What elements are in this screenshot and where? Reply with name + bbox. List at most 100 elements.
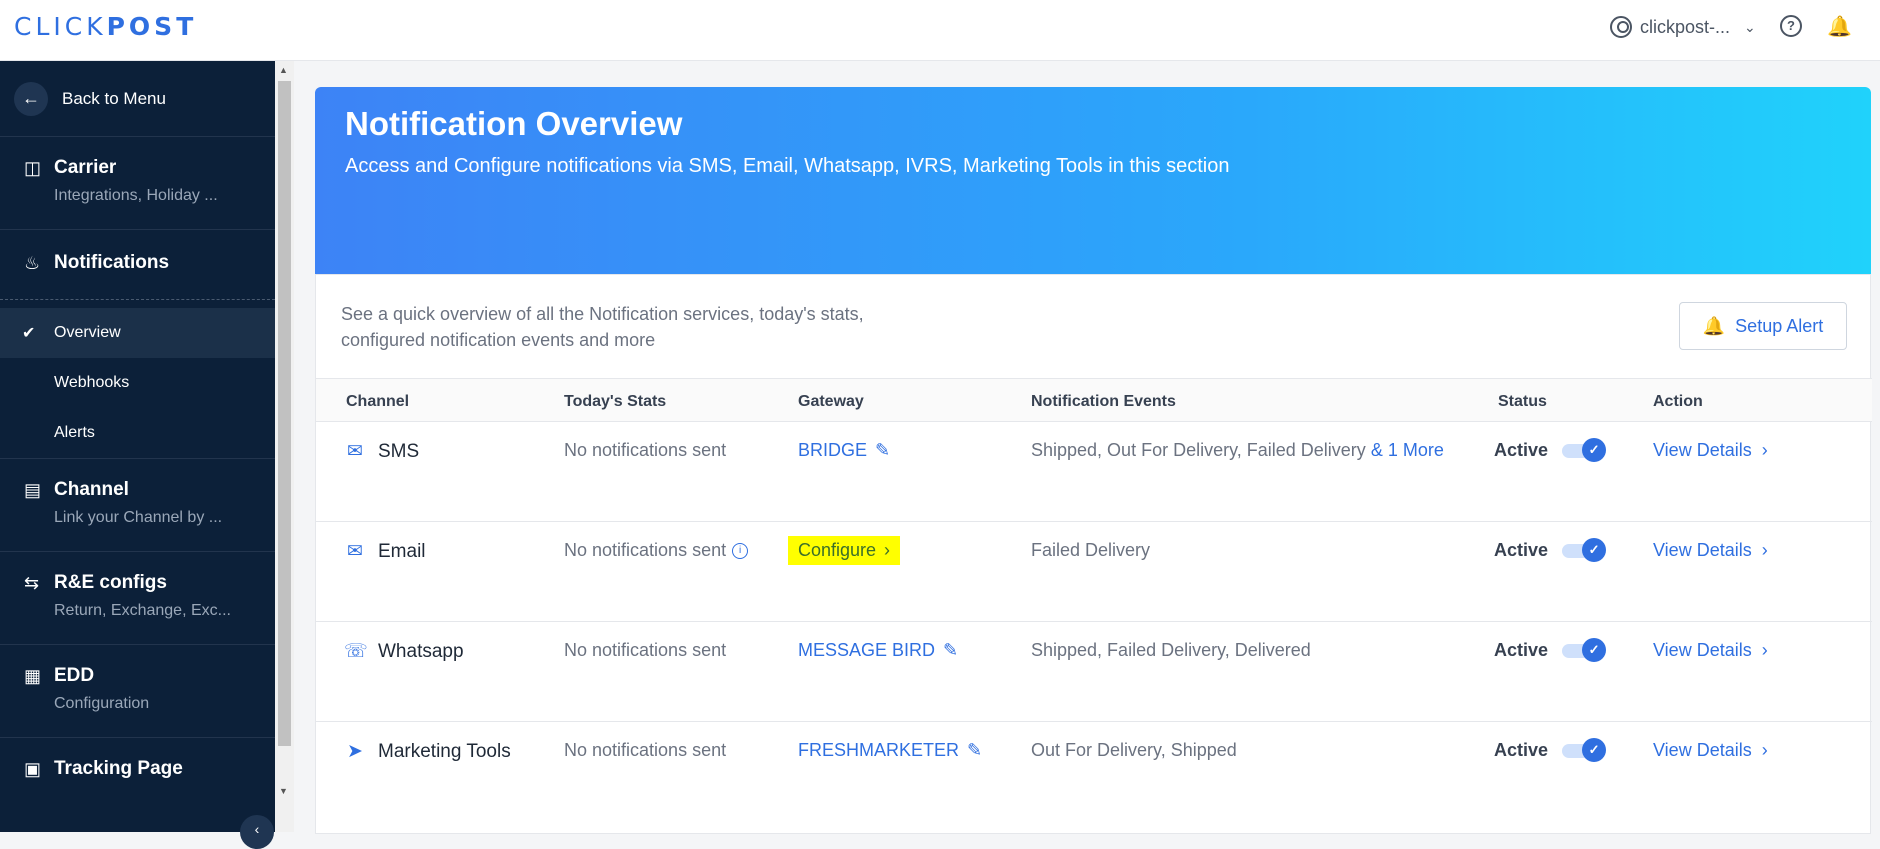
view-details-link[interactable]: View Details › bbox=[1653, 440, 1768, 461]
tracking-icon: ▣ bbox=[24, 758, 42, 779]
channel-name: Marketing Tools bbox=[378, 740, 511, 762]
sms-icon: ✉ bbox=[347, 441, 363, 462]
table-row: ☏ Whatsapp No notifications sent MESSAGE … bbox=[316, 622, 1872, 722]
status-toggle[interactable]: ✓ bbox=[1562, 737, 1607, 762]
sidebar-item-carrier[interactable]: ◫ Carrier Integrations, Holiday ... bbox=[0, 137, 275, 230]
channel-cell: ✉ SMS bbox=[344, 440, 419, 463]
edit-icon[interactable]: ✎ bbox=[943, 640, 958, 661]
sidebar-item-label: R&E configs bbox=[54, 572, 167, 593]
status-cell: Active ✓ bbox=[1494, 437, 1607, 462]
sidebar-item-notifications[interactable]: ♨ Notifications bbox=[0, 230, 275, 300]
help-icon[interactable]: ? bbox=[1780, 15, 1802, 37]
status-label: Active bbox=[1494, 740, 1549, 760]
gateway-link[interactable]: MESSAGE BIRD ✎ bbox=[798, 640, 958, 661]
info-icon[interactable]: i bbox=[732, 543, 749, 560]
view-details-link[interactable]: View Details › bbox=[1653, 540, 1768, 561]
header-status: Status bbox=[1498, 393, 1547, 410]
sidebar-item-channel[interactable]: ▤ Channel Link your Channel by ... bbox=[0, 459, 275, 552]
todays-stats: No notifications sent bbox=[564, 640, 727, 660]
view-details-label: View Details bbox=[1653, 440, 1752, 460]
status-label: Active bbox=[1494, 540, 1549, 560]
top-bar: CLICKPOST clickpost-... ⌄ ? 🔔 bbox=[0, 0, 1880, 61]
page-subtitle: Access and Configure notifications via S… bbox=[345, 155, 1230, 177]
edit-icon[interactable]: ✎ bbox=[967, 740, 982, 761]
megaphone-icon: ➤ bbox=[347, 741, 363, 762]
check-icon: ✓ bbox=[1582, 537, 1607, 562]
view-details-label: View Details bbox=[1653, 740, 1752, 760]
notification-subnav: ✔ Overview Webhooks Alerts bbox=[0, 300, 275, 459]
view-details-link[interactable]: View Details › bbox=[1653, 640, 1768, 661]
header-notification-events: Notification Events bbox=[1031, 393, 1176, 410]
status-toggle[interactable]: ✓ bbox=[1562, 437, 1607, 462]
notification-events: Shipped, Failed Delivery, Delivered bbox=[1031, 640, 1311, 660]
status-label: Active bbox=[1494, 440, 1549, 460]
header-gateway: Gateway bbox=[798, 393, 864, 410]
setup-alert-label: Setup Alert bbox=[1735, 315, 1824, 336]
sidebar-subitem-webhooks[interactable]: Webhooks bbox=[0, 358, 275, 408]
status-toggle[interactable]: ✓ bbox=[1562, 637, 1607, 662]
status-cell: Active ✓ bbox=[1494, 637, 1607, 662]
user-name: clickpost-... bbox=[1640, 16, 1731, 37]
sidebar-item-label: Channel bbox=[54, 479, 129, 500]
view-details-link[interactable]: View Details › bbox=[1653, 740, 1768, 761]
channel-cell: ➤ Marketing Tools bbox=[344, 740, 511, 763]
check-icon: ✓ bbox=[1582, 637, 1607, 662]
sidebar-item-tracking-page[interactable]: ▣ Tracking Page bbox=[0, 738, 275, 831]
scroll-up-icon[interactable]: ▲ bbox=[279, 65, 288, 75]
configure-gateway-button[interactable]: Configure › bbox=[788, 536, 901, 565]
sidebar-item-label: Carrier bbox=[54, 157, 117, 178]
sidebar-subitem-alerts[interactable]: Alerts bbox=[0, 408, 275, 458]
channel-cell: ✉ Email bbox=[344, 540, 425, 563]
gateway-name: FRESHMARKETER bbox=[798, 740, 960, 760]
sidebar-item-re-configs[interactable]: ⇆ R&E configs Return, Exchange, Exc... bbox=[0, 552, 275, 645]
channel-name: SMS bbox=[378, 440, 420, 462]
status-cell: Active ✓ bbox=[1494, 737, 1607, 762]
table-row: ✉ Email No notifications sent i Configure ›… bbox=[316, 522, 1872, 622]
user-menu[interactable]: clickpost-... ⌄ bbox=[1610, 14, 1756, 40]
more-events-link[interactable]: & 1 More bbox=[1371, 440, 1444, 460]
todays-stats: No notifications sent bbox=[564, 440, 727, 460]
bell-icon: 🔔 bbox=[1702, 315, 1726, 336]
back-to-menu-button[interactable]: ← Back to Menu bbox=[0, 61, 275, 137]
events-text: Shipped, Out For Delivery, Failed Delive… bbox=[1031, 440, 1366, 460]
store-icon: ▤ bbox=[24, 479, 42, 500]
todays-stats-cell: No notifications sent i bbox=[564, 540, 749, 561]
scrollbar-thumb[interactable] bbox=[278, 81, 291, 746]
scroll-down-icon[interactable]: ▼ bbox=[279, 786, 288, 796]
channel-cell: ☏ Whatsapp bbox=[344, 640, 464, 663]
swap-icon: ⇆ bbox=[24, 572, 40, 593]
sidebar-subitem-overview[interactable]: ✔ Overview bbox=[0, 308, 275, 358]
todays-stats: No notifications sent bbox=[564, 740, 727, 760]
sidebar-item-edd[interactable]: ▦ EDD Configuration bbox=[0, 645, 275, 738]
carrier-icon: ◫ bbox=[24, 157, 42, 178]
view-details-label: View Details bbox=[1653, 640, 1752, 660]
sidebar-item-subtitle: Return, Exchange, Exc... bbox=[54, 602, 231, 619]
status-label: Active bbox=[1494, 640, 1549, 660]
gateway-link[interactable]: FRESHMARKETER ✎ bbox=[798, 740, 982, 761]
status-toggle[interactable]: ✓ bbox=[1562, 537, 1607, 562]
notification-events: Out For Delivery, Shipped bbox=[1031, 740, 1237, 760]
subitem-label: Webhooks bbox=[54, 374, 130, 391]
setup-alert-button[interactable]: 🔔 Setup Alert bbox=[1679, 302, 1847, 350]
page-title: Notification Overview bbox=[345, 105, 683, 142]
header-todays-stats: Today's Stats bbox=[564, 393, 667, 410]
bell-icon[interactable]: 🔔 bbox=[1827, 14, 1852, 39]
edit-icon[interactable]: ✎ bbox=[875, 440, 890, 461]
todays-stats: No notifications sent bbox=[564, 540, 727, 560]
check-icon: ✓ bbox=[1582, 737, 1607, 762]
clickpost-logo[interactable]: CLICKPOST bbox=[14, 12, 197, 41]
mail-icon: ✉ bbox=[347, 541, 363, 562]
chevron-right-icon: › bbox=[1761, 640, 1768, 660]
gateway-link[interactable]: BRIDGE ✎ bbox=[798, 440, 890, 461]
sidebar-scrollbar[interactable]: ▲ ▼ bbox=[275, 61, 294, 832]
whatsapp-icon: ☏ bbox=[344, 641, 368, 662]
notification-events: Failed Delivery bbox=[1031, 540, 1151, 560]
overview-card: See a quick overview of all the Notifica… bbox=[315, 274, 1872, 834]
notification-events: Shipped, Out For Delivery, Failed Delive… bbox=[1031, 440, 1444, 461]
header-channel: Channel bbox=[346, 393, 410, 410]
subitem-label: Overview bbox=[54, 324, 121, 341]
overview-description: See a quick overview of all the Notifica… bbox=[341, 304, 864, 350]
hero-banner: Notification Overview Access and Configu… bbox=[315, 87, 1871, 274]
sidebar-collapse-button[interactable]: ‹ bbox=[240, 815, 274, 849]
gateway-name: MESSAGE BIRD bbox=[798, 640, 936, 660]
